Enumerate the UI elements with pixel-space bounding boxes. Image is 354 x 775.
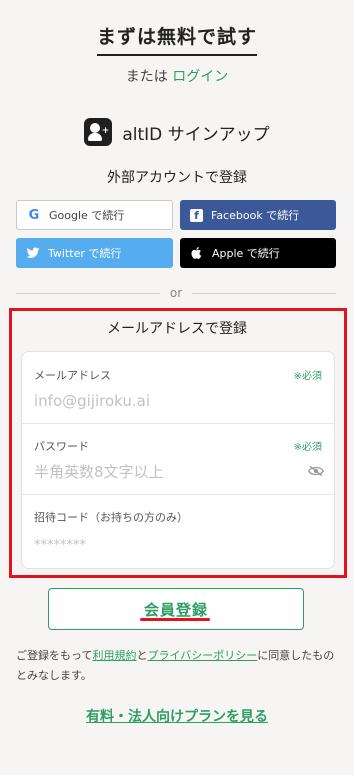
invite-code-input[interactable] xyxy=(34,534,304,556)
altid-signup-header: + altID サインアップ xyxy=(0,118,354,146)
divider-line-right xyxy=(192,292,336,294)
twitter-bird-icon xyxy=(26,247,40,258)
page-title-wrap: まずは無料で試す xyxy=(0,22,354,56)
password-label: パスワード xyxy=(34,440,89,453)
or-label: or xyxy=(169,286,183,300)
plan-link-wrap: 有料・法人向けプランを見る xyxy=(0,706,354,726)
register-button[interactable]: 会員登録 xyxy=(48,588,304,630)
or-divider: or xyxy=(16,286,336,300)
field-separator xyxy=(22,494,334,495)
terms-prefix: ご登録をもって xyxy=(16,649,93,662)
google-icon: G xyxy=(28,207,40,223)
terms-middle: と xyxy=(136,649,148,662)
twitter-button-label: Twitter で続行 xyxy=(48,247,122,260)
terms-of-service-link[interactable]: 利用規約 xyxy=(92,649,136,662)
register-highlight-underline xyxy=(140,618,210,621)
signup-form-card: メールアドレス ※必須 パスワード ※必須 招待コード（お持ちの方のみ） xyxy=(21,351,335,569)
facebook-continue-button[interactable]: f Facebook で続行 xyxy=(180,200,336,230)
altid-logo-icon: + xyxy=(84,118,113,146)
login-prompt: または ログイン xyxy=(0,66,354,86)
apple-icon xyxy=(191,247,202,259)
google-continue-button[interactable]: G Google で続行 xyxy=(16,200,173,230)
facebook-icon: f xyxy=(190,208,203,222)
invite-code-label: 招待コード（お持ちの方のみ） xyxy=(34,511,188,524)
password-input[interactable] xyxy=(34,461,304,483)
altid-signup-label: altID サインアップ xyxy=(122,124,270,145)
twitter-continue-button[interactable]: Twitter で続行 xyxy=(16,238,173,268)
divider-line-left xyxy=(16,292,160,294)
email-input[interactable] xyxy=(34,390,304,412)
apple-continue-button[interactable]: Apple で続行 xyxy=(180,238,336,268)
password-required-badge: ※必須 xyxy=(293,442,322,453)
login-link[interactable]: ログイン xyxy=(172,69,228,85)
or-text: または xyxy=(125,69,168,85)
email-signup-title: メールアドレスで登録 xyxy=(107,321,247,337)
google-button-label: Google で続行 xyxy=(49,209,125,222)
paid-plans-link[interactable]: 有料・法人向けプランを見る xyxy=(86,709,268,725)
external-account-title: 外部アカウントで登録 xyxy=(107,170,247,186)
apple-button-label: Apple で続行 xyxy=(212,247,280,260)
terms-notice: ご登録をもって利用規約とプライバシーポリシーに同意したものとみなします。 xyxy=(16,646,338,686)
facebook-button-label: Facebook で続行 xyxy=(211,209,300,222)
field-separator xyxy=(22,423,334,424)
email-label: メールアドレス xyxy=(34,369,111,382)
register-button-label: 会員登録 xyxy=(143,600,208,619)
email-required-badge: ※必須 xyxy=(293,371,322,382)
page-title: まずは無料で試す xyxy=(96,22,257,56)
toggle-password-visibility-icon[interactable] xyxy=(308,465,324,477)
privacy-policy-link[interactable]: プライバシーポリシー xyxy=(147,649,257,662)
